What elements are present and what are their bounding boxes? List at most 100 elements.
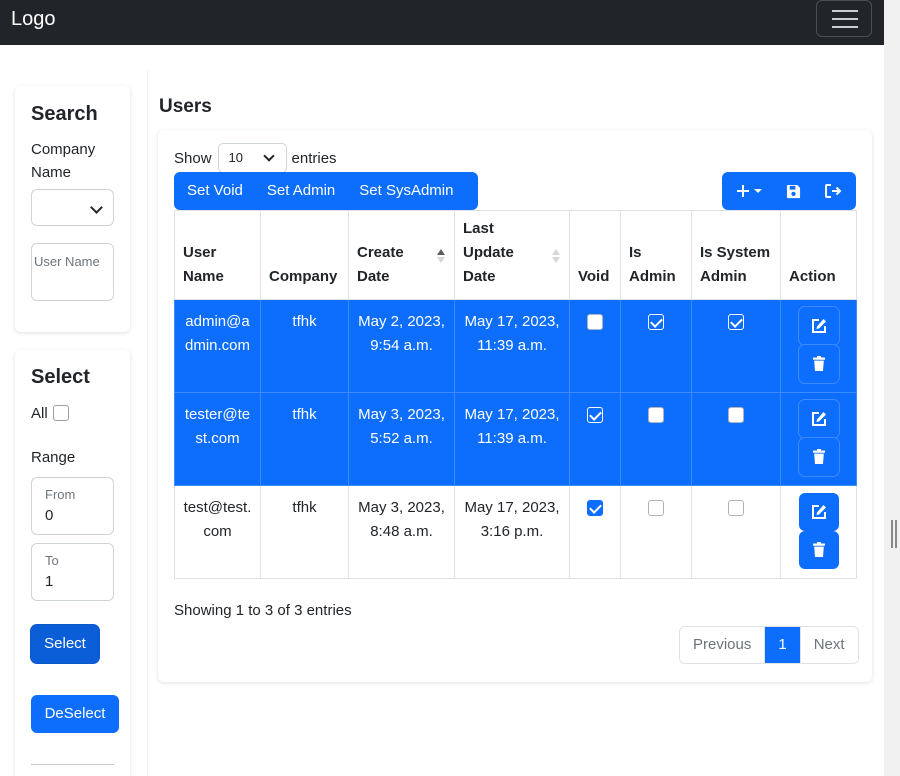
entries-label: entries	[291, 149, 337, 167]
range-label: Range	[31, 449, 76, 466]
column-header-user-name[interactable]: User Name	[174, 210, 261, 300]
edit-icon	[811, 319, 826, 333]
user-name-input[interactable]: User Name	[31, 243, 114, 301]
save-button[interactable]	[778, 172, 808, 210]
is-admin-checkbox[interactable]	[648, 407, 664, 423]
users-card: Show 10 entries Set Void Set Admin Set S…	[158, 130, 872, 682]
column-header-last-update-date[interactable]: Last Update Date	[454, 210, 570, 300]
scrollbar[interactable]	[884, 0, 900, 776]
hamburger-icon	[832, 26, 858, 28]
edit-icon	[811, 412, 826, 426]
column-header-is-admin[interactable]: Is Admin	[620, 210, 692, 300]
column-header-action: Action	[780, 210, 857, 300]
cell-is-system-admin	[691, 485, 781, 579]
users-table: User Name Company Create Date Last Updat…	[174, 210, 857, 579]
select-card: Select All Range From 0 To 1 Select DeSe…	[15, 350, 130, 776]
sort-asc-icon	[437, 249, 445, 263]
range-from-input[interactable]: From 0	[31, 477, 114, 535]
column-header-is-system-admin[interactable]: Is System Admin	[691, 210, 781, 300]
entries-select[interactable]: 10	[217, 143, 287, 173]
pagination-previous[interactable]: Previous	[680, 627, 765, 663]
column-header-void[interactable]: Void	[569, 210, 621, 300]
edit-button[interactable]	[798, 400, 839, 438]
sort-both-icon	[552, 249, 560, 263]
table-row[interactable]: test@test.com tfhk May 3, 2023, 8:48 a.m…	[174, 485, 857, 579]
pagination: Previous 1 Next	[679, 626, 859, 664]
delete-button[interactable]	[798, 438, 839, 476]
navbar-toggle-button[interactable]	[816, 0, 872, 37]
delete-button[interactable]	[798, 531, 839, 569]
set-sysadmin-button[interactable]: Set SysAdmin	[347, 172, 465, 210]
divider	[31, 764, 114, 765]
table-row[interactable]: admin@admin.com tfhk May 2, 2023, 9:54 a…	[174, 299, 857, 393]
is-system-admin-checkbox[interactable]	[728, 407, 744, 423]
cell-last-update: May 17, 2023, 11:39 a.m.	[454, 299, 570, 393]
logo[interactable]: Logo	[11, 8, 56, 31]
cell-action	[780, 299, 857, 393]
company-select[interactable]	[31, 189, 114, 226]
cell-action	[780, 485, 857, 579]
table-info: Showing 1 to 3 of 3 entries	[174, 602, 352, 619]
is-system-admin-checkbox[interactable]	[728, 314, 744, 330]
trash-icon	[812, 542, 825, 557]
is-system-admin-checkbox[interactable]	[728, 500, 744, 516]
cell-void	[569, 299, 621, 393]
export-button[interactable]	[818, 172, 848, 210]
edit-button[interactable]	[798, 493, 839, 531]
is-admin-checkbox[interactable]	[648, 500, 664, 516]
all-label: All	[31, 405, 48, 422]
void-checkbox[interactable]	[587, 500, 603, 516]
toolbar-icon-group	[722, 172, 856, 210]
range-to-value: 1	[45, 573, 54, 590]
column-divider	[147, 70, 148, 776]
trash-icon	[812, 356, 825, 371]
hamburger-icon	[832, 18, 858, 20]
column-header-create-date[interactable]: Create Date	[348, 210, 455, 300]
chevron-down-icon	[90, 201, 103, 214]
void-checkbox[interactable]	[587, 407, 603, 423]
cell-is-system-admin	[691, 392, 781, 486]
save-icon	[786, 184, 800, 198]
pagination-next[interactable]: Next	[799, 627, 858, 663]
cell-user-name: admin@admin.com	[174, 299, 261, 393]
cell-is-admin	[620, 299, 692, 393]
is-admin-checkbox[interactable]	[648, 314, 664, 330]
cell-create-date: May 2, 2023, 9:54 a.m.	[348, 299, 455, 393]
cell-is-admin	[620, 485, 692, 579]
bulk-action-group: Set Void Set Admin Set SysAdmin	[174, 172, 478, 210]
cell-company: tfhk	[260, 392, 349, 486]
edit-button[interactable]	[798, 307, 839, 345]
column-header-company[interactable]: Company	[260, 210, 349, 300]
cell-is-system-admin	[691, 299, 781, 393]
logout-icon	[825, 184, 842, 198]
table-row[interactable]: tester@test.com tfhk May 3, 2023, 5:52 a…	[174, 392, 857, 486]
select-title: Select	[31, 366, 90, 388]
range-from-value: 0	[45, 507, 54, 524]
delete-button[interactable]	[798, 345, 839, 383]
range-from-label: From	[45, 487, 76, 502]
cell-user-name: tester@test.com	[174, 392, 261, 486]
entries-length-control: Show 10 entries	[174, 143, 337, 173]
cell-user-name: test@test.com	[174, 485, 261, 579]
select-all-checkbox[interactable]	[53, 405, 69, 421]
column-header-last-update-label: Last Update Date	[463, 220, 514, 285]
cell-company: tfhk	[260, 299, 349, 393]
cell-create-date: May 3, 2023, 5:52 a.m.	[348, 392, 455, 486]
void-checkbox[interactable]	[587, 314, 603, 330]
select-button[interactable]: Select	[31, 625, 99, 663]
pagination-page-1[interactable]: 1	[764, 627, 800, 663]
hamburger-icon	[832, 10, 858, 12]
cell-void	[569, 392, 621, 486]
user-name-placeholder: User Name	[34, 254, 100, 269]
search-card: Search Company Name User Name	[15, 86, 130, 332]
navbar: Logo	[0, 0, 884, 45]
set-admin-button[interactable]: Set Admin	[255, 172, 347, 210]
search-title: Search	[31, 103, 98, 125]
deselect-button[interactable]: DeSelect	[31, 695, 119, 733]
set-void-button[interactable]: Set Void	[174, 172, 255, 210]
add-dropdown-button[interactable]	[726, 172, 772, 210]
cell-is-admin	[620, 392, 692, 486]
resize-handle[interactable]	[891, 520, 897, 548]
range-to-label: To	[45, 553, 59, 568]
range-to-input[interactable]: To 1	[31, 543, 114, 601]
